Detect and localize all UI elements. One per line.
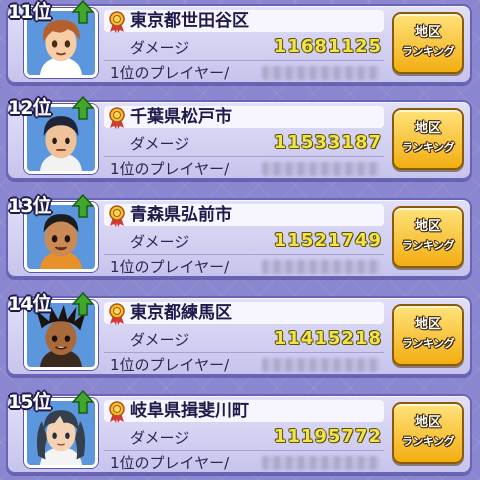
top-player-label: 1位のプレイヤー/ — [110, 160, 230, 178]
rank-label: 15位 — [8, 391, 51, 413]
medal-icon — [109, 401, 125, 423]
top-player-name-blurred — [262, 456, 380, 470]
damage-label: ダメージ — [130, 233, 190, 251]
ranking-row: 12位 千葉県松戸市 ダメージ 11533187 1位のプレイヤー/ 地区 ラン… — [6, 96, 472, 182]
region-ranking-button[interactable]: 地区 ランキング — [392, 402, 464, 464]
region-name: 東京都世田谷区 — [130, 11, 249, 31]
damage-value: 11521749 — [273, 230, 382, 251]
top-player-name-blurred — [262, 260, 380, 274]
medal-icon — [109, 11, 125, 33]
region-ranking-button-label-bottom: ランキング — [401, 141, 455, 154]
region-ranking-button-label-top: 地区 — [414, 317, 441, 332]
damage-value: 11415218 — [273, 328, 382, 349]
up-arrow-icon — [72, 390, 94, 414]
region-ranking-button-label-bottom: ランキング — [401, 435, 455, 448]
divider — [104, 156, 384, 157]
top-player-label: 1位のプレイヤー/ — [110, 454, 230, 472]
up-arrow-icon — [72, 292, 94, 316]
medal-icon — [109, 107, 125, 129]
ranking-row: 11位 東京都世田谷区 ダメージ 11681125 1位のプレイヤー/ 地区 ラ… — [6, 0, 472, 86]
up-arrow-icon — [72, 194, 94, 218]
rank-label: 13位 — [8, 195, 51, 217]
damage-label: ダメージ — [130, 39, 190, 57]
region-ranking-button-label-top: 地区 — [414, 121, 441, 136]
region-ranking-button[interactable]: 地区 ランキング — [392, 12, 464, 74]
rank-label: 14位 — [8, 293, 51, 315]
up-arrow-icon — [72, 0, 94, 24]
region-name: 青森県弘前市 — [130, 205, 232, 225]
ranking-row: 14位 東京都練馬区 ダメージ 11415218 1位のプレイヤー/ 地区 ラン… — [6, 292, 472, 378]
region-ranking-button[interactable]: 地区 ランキング — [392, 304, 464, 366]
top-player-label: 1位のプレイヤー/ — [110, 64, 230, 82]
damage-label: ダメージ — [130, 135, 190, 153]
damage-label: ダメージ — [130, 429, 190, 447]
damage-value: 11195772 — [273, 426, 382, 447]
divider — [104, 254, 384, 255]
region-ranking-button-label-top: 地区 — [414, 415, 441, 430]
region-ranking-button-label-top: 地区 — [414, 219, 441, 234]
damage-value: 11533187 — [273, 132, 382, 153]
region-ranking-button-label-top: 地区 — [414, 25, 441, 40]
region-ranking-button-label-bottom: ランキング — [401, 337, 455, 350]
region-name: 東京都練馬区 — [130, 303, 232, 323]
divider — [104, 450, 384, 451]
region-name: 岐阜県揖斐川町 — [130, 401, 249, 421]
region-ranking-button[interactable]: 地区 ランキング — [392, 206, 464, 268]
medal-icon — [109, 303, 125, 325]
divider — [104, 352, 384, 353]
region-ranking-button[interactable]: 地区 ランキング — [392, 108, 464, 170]
rank-label: 12位 — [8, 97, 51, 119]
ranking-row: 15位 岐阜県揖斐川町 ダメージ 11195772 1位のプレイヤー/ 地区 ラ… — [6, 390, 472, 476]
medal-icon — [109, 205, 125, 227]
ranking-row: 13位 青森県弘前市 ダメージ 11521749 1位のプレイヤー/ 地区 ラン… — [6, 194, 472, 280]
divider — [104, 60, 384, 61]
region-ranking-button-label-bottom: ランキング — [401, 45, 455, 58]
region-ranking-button-label-bottom: ランキング — [401, 239, 455, 252]
region-name: 千葉県松戸市 — [130, 107, 232, 127]
top-player-label: 1位のプレイヤー/ — [110, 258, 230, 276]
top-player-label: 1位のプレイヤー/ — [110, 356, 230, 374]
damage-label: ダメージ — [130, 331, 190, 349]
up-arrow-icon — [72, 96, 94, 120]
ranking-list: 11位 東京都世田谷区 ダメージ 11681125 1位のプレイヤー/ 地区 ラ… — [0, 0, 480, 480]
top-player-name-blurred — [262, 162, 380, 176]
damage-value: 11681125 — [273, 36, 382, 57]
rank-label: 11位 — [8, 1, 51, 23]
top-player-name-blurred — [262, 66, 380, 80]
top-player-name-blurred — [262, 358, 380, 372]
